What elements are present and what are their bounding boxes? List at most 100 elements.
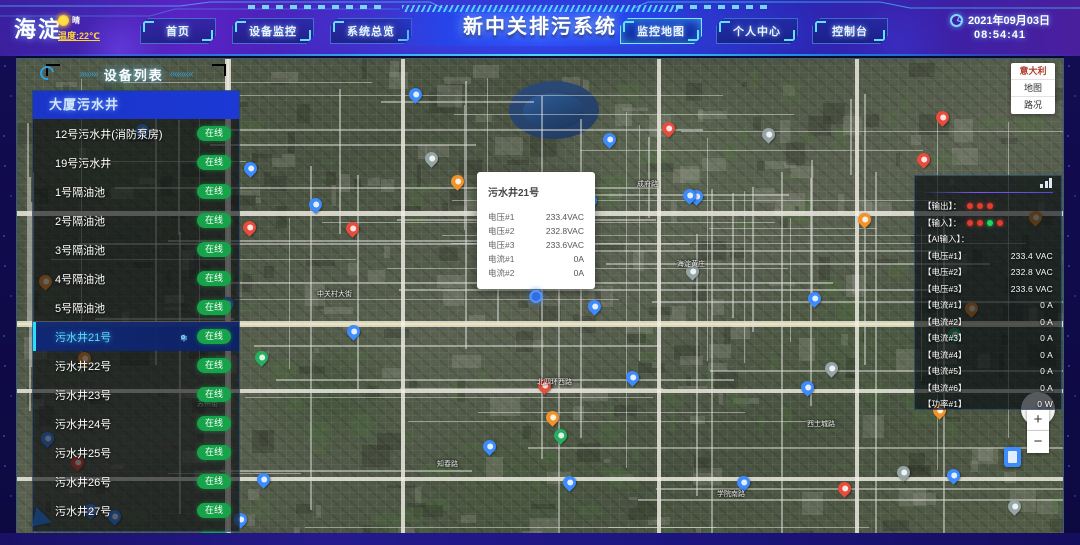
device-row[interactable]: 污水井25号在线 — [33, 438, 239, 467]
telemetry-row: 【电压#3】233.6 VAC — [923, 281, 1053, 298]
telemetry-value: 0 A — [1040, 350, 1053, 360]
map-type-switcher[interactable]: 意大利 地图 路况 — [1011, 63, 1055, 114]
telemetry-label: 【电流#2】 — [923, 316, 966, 328]
telemetry-row: 【电流#6】0 A — [923, 380, 1053, 397]
device-row[interactable]: 污水井21号 在线 — [33, 322, 239, 351]
device-name: 污水井27号 — [55, 503, 197, 519]
nav-item-monitor-map[interactable]: 监控地图 — [620, 18, 702, 44]
device-row[interactable]: 污水井27号在线 — [33, 496, 239, 525]
telemetry-label: 【电压#1】 — [923, 250, 966, 262]
popup-row-value: 233.4VAC — [546, 210, 584, 224]
status-badge: 在线 — [197, 155, 231, 170]
device-row[interactable]: 污水井24号在线 — [33, 409, 239, 438]
status-badge: 在线 — [197, 329, 231, 344]
weather-temperature: 温度:22℃ — [58, 29, 122, 42]
device-name: 污水井26号 — [55, 474, 197, 490]
popup-row-value: 0A — [574, 266, 584, 280]
telemetry-label: 【电压#2】 — [923, 266, 966, 278]
map-zoom-controls[interactable]: + − — [1027, 409, 1049, 453]
popup-row: 电压#1 233.4VAC — [488, 210, 584, 224]
map-type-option-0[interactable]: 意大利 — [1011, 63, 1055, 80]
telemetry-label: 【电流#1】 — [923, 299, 966, 311]
telemetry-label: 【电流#6】 — [923, 382, 966, 394]
nav-item-device-monitor[interactable]: 设备监控 — [232, 18, 314, 44]
status-dot — [997, 220, 1003, 226]
map-type-option-1[interactable]: 地图 — [1011, 80, 1055, 97]
device-name: 污水井21号 — [55, 329, 177, 345]
header-corner-right — [212, 64, 226, 76]
device-list-body: 大厦污水井 12号污水井(消防泵房)在线19号污水井在线1号隔油池在线2号隔油池… — [32, 90, 240, 532]
map-place-label: 西土城路 — [807, 419, 835, 429]
zoom-out-button[interactable]: − — [1027, 431, 1049, 453]
nav-item-console[interactable]: 控制台 — [812, 18, 888, 44]
device-name: 5号隔油池 — [55, 300, 197, 316]
device-row[interactable]: 1号隔油池在线 — [33, 177, 239, 206]
header-underline — [0, 54, 1080, 56]
map-selected-marker[interactable] — [530, 290, 543, 303]
status-badge: 在线 — [197, 387, 231, 402]
popup-row-label: 电压#2 — [488, 224, 514, 238]
device-row[interactable]: 污水井23号在线 — [33, 380, 239, 409]
popup-row-label: 电流#1 — [488, 252, 514, 266]
nav-item-profile[interactable]: 个人中心 — [716, 18, 798, 44]
map-place-label: 中关村大街 — [317, 289, 352, 299]
device-name: 污水井23号 — [55, 387, 197, 403]
device-row[interactable]: 5号隔油池在线 — [33, 293, 239, 322]
telemetry-value-rows: 【电压#1】233.4 VAC【电压#2】 232.8 VAC 【电压#3】233.… — [923, 248, 1053, 413]
bottom-frame — [0, 533, 1080, 545]
telemetry-row: 【电压#1】233.4 VAC — [923, 248, 1053, 265]
device-name: 污水井24号 — [55, 416, 197, 432]
brand-title: 海淀 — [14, 12, 62, 44]
device-row[interactable]: 污水井22号在线 — [33, 351, 239, 380]
device-row[interactable]: 4号隔油池在线 — [33, 264, 239, 293]
telemetry-ai-label: 【AI输入】： — [923, 233, 969, 245]
device-name: 污水井25号 — [55, 445, 197, 461]
device-row[interactable]: 2号隔油池在线 — [33, 206, 239, 235]
nav-right-group: 监控地图 个人中心 控制台 — [620, 18, 888, 44]
gear-icon[interactable] — [177, 331, 189, 343]
map-type-option-2[interactable]: 路况 — [1011, 97, 1055, 114]
status-badge: 在线 — [197, 184, 231, 199]
device-rows[interactable]: 12号污水井(消防泵房)在线19号污水井在线1号隔油池在线2号隔油池在线3号隔油… — [33, 119, 239, 545]
telemetry-row: 【电流#2】0 A — [923, 314, 1053, 331]
status-badge: 在线 — [197, 126, 231, 141]
telemetry-row: 【电流#1】 0 A — [923, 297, 1053, 314]
device-name: 污水井22号 — [55, 358, 197, 374]
telemetry-value: 0 A — [1040, 333, 1053, 343]
status-badge: 在线 — [197, 445, 231, 460]
telemetry-value: 0 A — [1040, 366, 1053, 376]
clock-widget: 2021年09月03日 08:54:41 — [930, 12, 1070, 41]
clock-date: 2021年09月03日 — [968, 12, 1050, 28]
right-frame — [1064, 56, 1080, 545]
device-row[interactable]: 3号隔油池在线 — [33, 235, 239, 264]
map-place-label: 北四环西路 — [537, 377, 572, 387]
popup-row: 电压#2232.8VAC — [488, 224, 584, 238]
telemetry-input-label: 【输入】： — [923, 217, 961, 229]
popup-row: 电流#20A — [488, 266, 584, 280]
status-badge: 在线 — [197, 300, 231, 315]
telemetry-value: 0 A — [1040, 300, 1053, 310]
status-badge: 在线 — [197, 271, 231, 286]
device-info-popup[interactable]: 污水井21号 电压#1 233.4VAC电压#2232.8VAC电压#3 233.6… — [477, 172, 595, 289]
bar-chart-icon[interactable] — [1040, 178, 1053, 188]
sun-icon — [58, 15, 69, 26]
device-group-header[interactable]: 大厦污水井 — [33, 91, 239, 119]
device-row[interactable]: 19号污水井在线 — [33, 148, 239, 177]
popup-row-label: 电压#1 — [488, 210, 514, 224]
device-row[interactable]: 污水井26号在线 — [33, 467, 239, 496]
status-dot — [977, 203, 983, 209]
telemetry-value: 232.8 VAC — [1011, 267, 1053, 277]
nav-item-home[interactable]: 首页 — [140, 18, 216, 44]
clock-icon — [950, 14, 963, 27]
panel-divider — [923, 192, 1053, 193]
street-view-icon[interactable] — [1004, 447, 1021, 467]
popup-row-label: 电压#3 — [488, 238, 514, 252]
device-name: 19号污水井 — [55, 155, 197, 171]
telemetry-row: 【功率#1】0 W — [923, 396, 1053, 413]
device-name: 4号隔油池 — [55, 271, 197, 287]
device-name: 2号隔油池 — [55, 213, 197, 229]
telemetry-label: 【功率#1】 — [923, 398, 966, 410]
device-row[interactable]: 12号污水井(消防泵房)在线 — [33, 119, 239, 148]
popup-title: 污水井21号 — [488, 184, 584, 199]
popup-row-value: 233.6VAC — [546, 238, 584, 252]
